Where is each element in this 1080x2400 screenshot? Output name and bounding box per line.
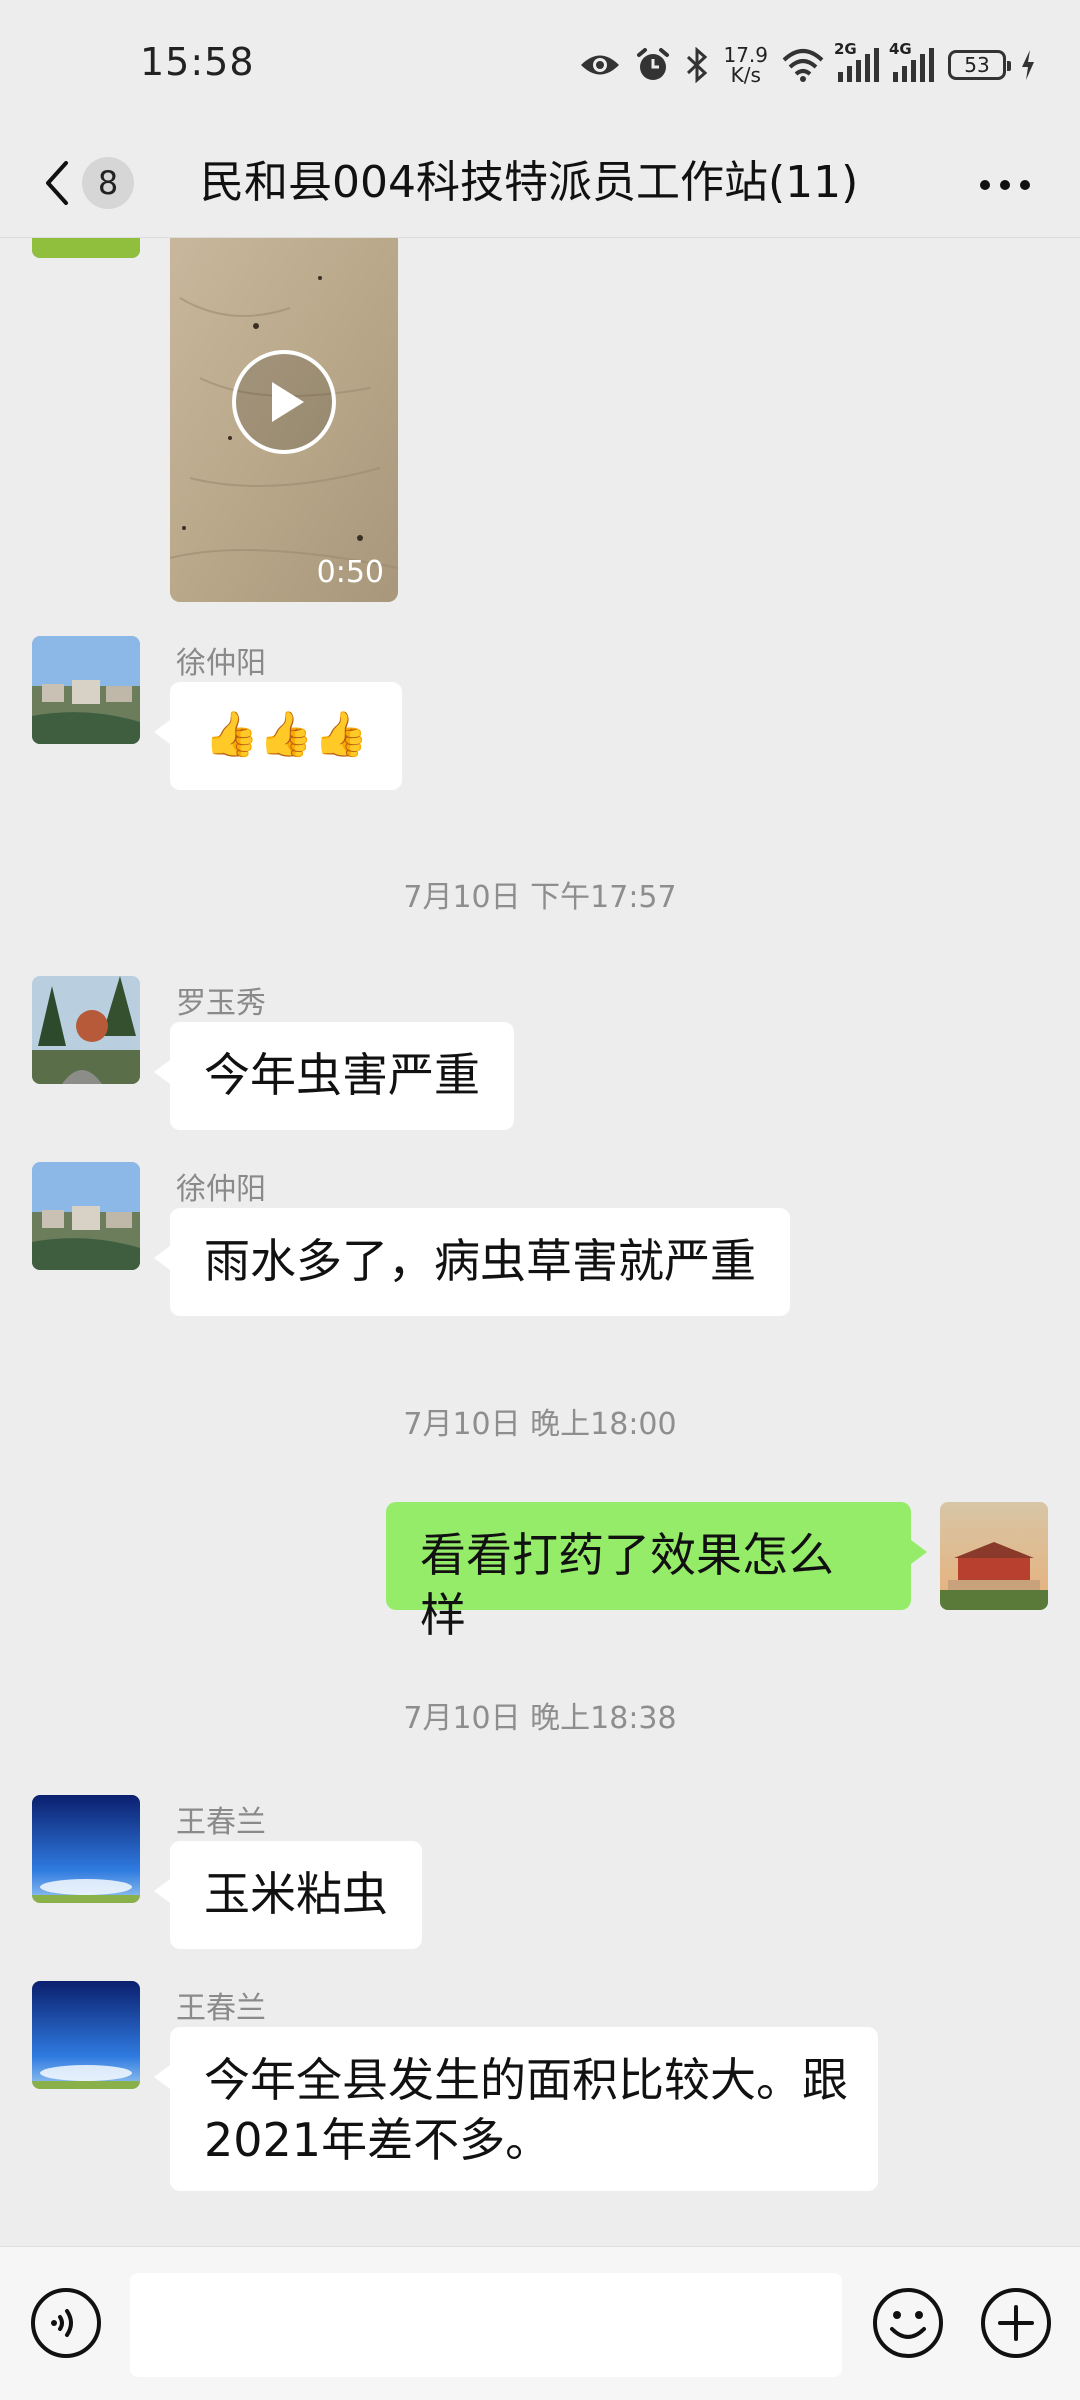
message-bubble[interactable]: 今年虫害严重	[154, 1022, 514, 1130]
voice-input-icon[interactable]	[30, 2287, 102, 2359]
speed-unit: K/s	[730, 63, 761, 87]
play-icon[interactable]	[230, 348, 338, 456]
timestamp: 7月10日 晚上18:38	[403, 1701, 677, 1736]
status-bar: 15:58 17.9 K/s 2G 4G 53	[0, 0, 1080, 130]
unread-count-badge: 8	[82, 157, 134, 209]
avatar-luo[interactable]	[32, 976, 140, 1084]
speed-value: 17.9	[723, 43, 768, 67]
battery-level: 53	[964, 53, 990, 77]
sender-name: 王春兰	[176, 1991, 266, 2026]
more-button[interactable]	[970, 160, 1040, 210]
alarm-icon	[637, 48, 670, 80]
message-bubble[interactable]: 玉米粘虫	[154, 1841, 422, 1949]
avatar-xu[interactable]	[32, 1162, 140, 1270]
signal-4g-icon: 4G	[889, 40, 934, 82]
chevron-left-icon	[46, 161, 68, 205]
sender-name: 徐仲阳	[176, 1172, 266, 1207]
message-list[interactable]: 0:50 徐仲阳 👍👍👍 7月10日 下午17:57 罗玉秀 今年虫害严重 徐仲…	[0, 238, 1080, 2246]
net-type-2g: 2G	[834, 40, 857, 58]
net-type-4g: 4G	[889, 40, 912, 58]
charging-icon	[1022, 50, 1034, 80]
plus-icon[interactable]	[980, 2287, 1052, 2359]
back-button[interactable]: 8	[36, 148, 146, 218]
more-dot-icon	[1000, 180, 1010, 190]
video-message[interactable]: 0:50	[170, 238, 398, 602]
message-bubble[interactable]: 雨水多了，病虫草害就严重	[154, 1208, 790, 1316]
wifi-icon	[782, 49, 824, 82]
avatar-partial[interactable]	[32, 238, 140, 258]
sender-name: 徐仲阳	[176, 646, 266, 681]
message-bubble-self[interactable]: 看看打药了效果怎么样	[386, 1502, 927, 1642]
bluetooth-icon	[687, 47, 708, 83]
chat-title: 民和县004科技特派员工作站(11)	[200, 157, 859, 208]
chat-header: 8 民和县004科技特派员工作站(11)	[0, 130, 1080, 238]
sender-name: 王春兰	[176, 1805, 266, 1840]
message-bubble[interactable]: 今年全县发生的面积比较大。跟2021年差不多。	[154, 2027, 878, 2191]
avatar-xu[interactable]	[32, 636, 140, 744]
timestamp: 7月10日 晚上18:00	[403, 1407, 677, 1442]
network-speed: 17.9 K/s	[723, 45, 768, 85]
sender-name: 罗玉秀	[176, 986, 266, 1021]
more-dot-icon	[1020, 180, 1030, 190]
avatar-wang[interactable]	[32, 1981, 140, 2089]
more-dot-icon	[980, 180, 990, 190]
status-time: 15:58	[140, 40, 255, 84]
message-input[interactable]	[130, 2273, 842, 2377]
battery-icon: 53	[948, 50, 1011, 80]
eye-icon	[581, 55, 620, 75]
status-icons: 17.9 K/s 2G 4G 53	[579, 40, 1036, 90]
message-bubble[interactable]: 👍👍👍	[153, 682, 403, 790]
avatar-self[interactable]	[940, 1502, 1048, 1610]
video-duration: 0:50	[316, 555, 384, 590]
signal-2g-icon: 2G	[834, 40, 879, 82]
emoji-icon[interactable]	[872, 2287, 944, 2359]
timestamp: 7月10日 下午17:57	[403, 880, 677, 915]
avatar-wang[interactable]	[32, 1795, 140, 1903]
input-bar	[0, 2246, 1080, 2400]
